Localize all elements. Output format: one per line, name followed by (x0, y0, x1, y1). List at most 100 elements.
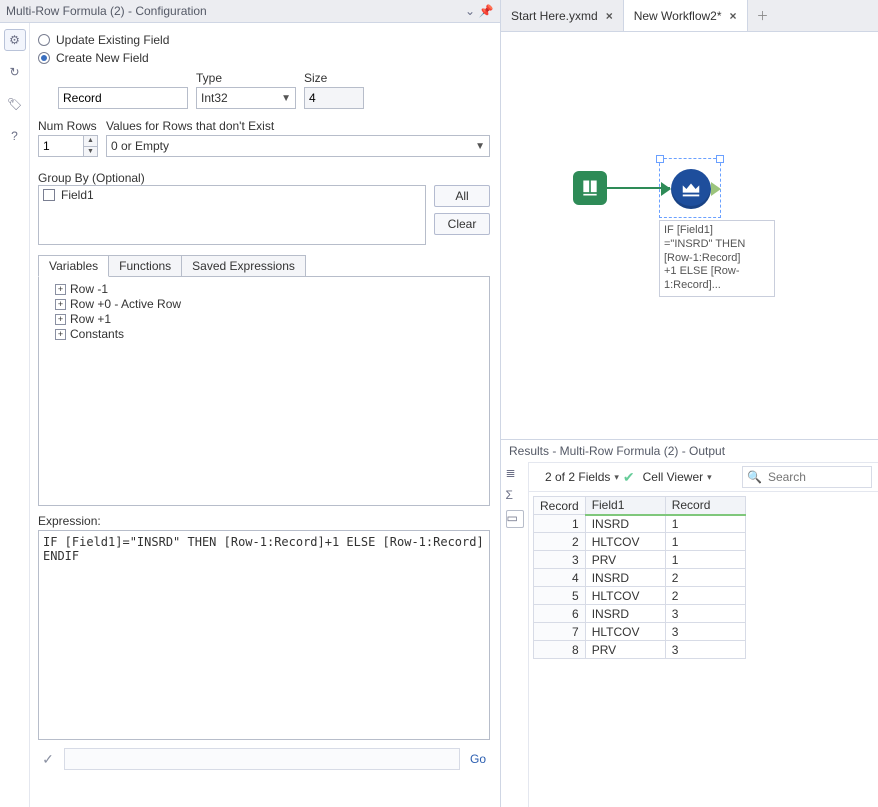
sheet-icon[interactable]: ▭ (506, 510, 524, 528)
new-field-name-input[interactable] (58, 87, 188, 109)
results-toolbar: 2 of 2 Fields ▾ ✔ Cell Viewer ▾ 🔍 (529, 462, 878, 492)
type-dropdown[interactable]: Int32 ▼ (196, 87, 296, 109)
table-row[interactable]: 4INSRD2 (534, 569, 746, 587)
cell-rownum: 6 (534, 605, 586, 623)
doc-tab-label: New Workflow2* (634, 9, 722, 23)
workflow-canvas[interactable]: IF [Field1] ="INSRD" THEN [Row-1:Record]… (501, 32, 878, 439)
cell-rownum: 1 (534, 515, 586, 533)
cell-field1: HLTCOV (585, 533, 665, 551)
all-button[interactable]: All (434, 185, 490, 207)
search-icon: 🔍 (747, 470, 762, 484)
col-field1[interactable]: Field1 (585, 497, 665, 515)
table-row[interactable]: 7HLTCOV3 (534, 623, 746, 641)
table-row[interactable]: 1INSRD1 (534, 515, 746, 533)
tree-item[interactable]: +Row +1 (45, 312, 483, 326)
new-tab-button[interactable]: ＋ (748, 0, 778, 31)
fields-dropdown[interactable]: 2 of 2 Fields ▾ ✔ (545, 469, 635, 486)
node-annotation[interactable]: IF [Field1] ="INSRD" THEN [Row-1:Record]… (659, 220, 775, 297)
groupby-item[interactable]: Field1 (43, 188, 421, 202)
clear-button[interactable]: Clear (434, 213, 490, 235)
doc-tab-new-workflow[interactable]: New Workflow2* × (624, 0, 748, 31)
groupby-list[interactable]: Field1 (38, 185, 426, 245)
norows-dropdown[interactable]: 0 or Empty ▼ (106, 135, 490, 157)
search-input[interactable] (766, 469, 878, 485)
pin-icon[interactable]: 📌 (478, 4, 494, 18)
results-grid[interactable]: Record Field1 Record 1INSRD12HLTCOV13PRV… (533, 496, 746, 659)
tree-item[interactable]: +Row -1 (45, 282, 483, 296)
list-icon[interactable]: ≣ (506, 466, 524, 484)
cell-record: 2 (665, 569, 745, 587)
table-row[interactable]: 8PRV3 (534, 641, 746, 659)
cell-record: 2 (665, 587, 745, 605)
tree-item[interactable]: +Constants (45, 327, 483, 341)
config-title: Multi-Row Formula (2) - Configuration (6, 4, 462, 18)
go-button[interactable]: Go (466, 752, 490, 766)
cell-field1: INSRD (585, 605, 665, 623)
multirow-formula-node[interactable] (671, 169, 711, 209)
table-row[interactable]: 3PRV1 (534, 551, 746, 569)
config-toolstrip: ⚙ ↻ 🏷 ? (0, 23, 30, 807)
tree-item[interactable]: +Row +0 - Active Row (45, 297, 483, 311)
fields-dd-label: 2 of 2 Fields (545, 470, 610, 484)
results-search[interactable]: 🔍 (742, 466, 872, 488)
tag-icon[interactable]: 🏷 (4, 93, 26, 115)
config-panel: Multi-Row Formula (2) - Configuration ⌄ … (0, 0, 501, 807)
col-record[interactable]: Record (665, 497, 745, 515)
cell-record: 1 (665, 533, 745, 551)
cell-rownum: 8 (534, 641, 586, 659)
crown-icon (680, 178, 702, 200)
radio-update-existing[interactable]: Update Existing Field (38, 33, 490, 47)
expression-label: Expression: (38, 514, 490, 528)
numrows-stepper[interactable]: ▲▼ (38, 135, 98, 157)
table-row[interactable]: 5HLTCOV2 (534, 587, 746, 605)
size-input[interactable] (304, 87, 364, 109)
expression-input[interactable]: IF [Field1]="INSRD" THEN [Row-1:Record]+… (38, 530, 490, 740)
checkbox-icon[interactable] (43, 189, 55, 201)
size-label: Size (304, 71, 364, 85)
help-icon[interactable]: ? (4, 125, 26, 147)
input-tool-node[interactable] (573, 171, 607, 205)
cell-record: 3 (665, 605, 745, 623)
col-rownum[interactable]: Record (534, 497, 586, 515)
radio-create-new[interactable]: Create New Field (38, 51, 490, 65)
tab-variables[interactable]: Variables (38, 255, 109, 277)
quick-expr-input[interactable] (64, 748, 460, 770)
chevron-down-icon: ▾ (614, 472, 619, 483)
sigma-icon[interactable]: Σ (506, 488, 524, 506)
spin-down-icon[interactable]: ▼ (83, 147, 97, 157)
radio-off-icon (38, 34, 50, 46)
cell-field1: PRV (585, 551, 665, 569)
collapse-icon[interactable]: ⌄ (462, 4, 478, 18)
input-anchor-icon[interactable] (661, 182, 671, 196)
check-icon: ✔ (623, 469, 635, 486)
expand-icon[interactable]: + (55, 284, 66, 295)
doc-tab-start-here[interactable]: Start Here.yxmd × (501, 0, 624, 31)
cellviewer-dropdown[interactable]: Cell Viewer ▾ (643, 470, 712, 484)
tab-functions[interactable]: Functions (109, 255, 182, 277)
config-header: Multi-Row Formula (2) - Configuration ⌄ … (0, 0, 500, 23)
expand-icon[interactable]: + (55, 314, 66, 325)
chevron-down-icon: ▾ (707, 472, 712, 483)
expand-icon[interactable]: + (55, 329, 66, 340)
table-row[interactable]: 6INSRD3 (534, 605, 746, 623)
doc-tab-label: Start Here.yxmd (511, 9, 598, 23)
close-icon[interactable]: × (606, 9, 613, 23)
results-panel: Results - Multi-Row Formula (2) - Output… (501, 439, 878, 807)
radio-on-icon (38, 52, 50, 64)
spin-up-icon[interactable]: ▲ (83, 136, 97, 147)
table-row[interactable]: 2HLTCOV1 (534, 533, 746, 551)
groupby-item-label: Field1 (61, 188, 94, 202)
refresh-icon[interactable]: ↻ (4, 61, 26, 83)
radio-update-label: Update Existing Field (56, 33, 169, 47)
output-anchor-icon[interactable] (711, 182, 721, 196)
book-icon (580, 178, 600, 198)
cell-rownum: 2 (534, 533, 586, 551)
expand-icon[interactable]: + (55, 299, 66, 310)
wrench-icon[interactable]: ⚙ (4, 29, 26, 51)
variables-tree[interactable]: +Row -1 +Row +0 - Active Row +Row +1 +Co… (38, 276, 490, 506)
close-icon[interactable]: × (730, 9, 737, 23)
cell-record: 3 (665, 623, 745, 641)
cell-record: 3 (665, 641, 745, 659)
chevron-down-icon: ▼ (281, 93, 291, 104)
tab-saved-expressions[interactable]: Saved Expressions (182, 255, 306, 277)
